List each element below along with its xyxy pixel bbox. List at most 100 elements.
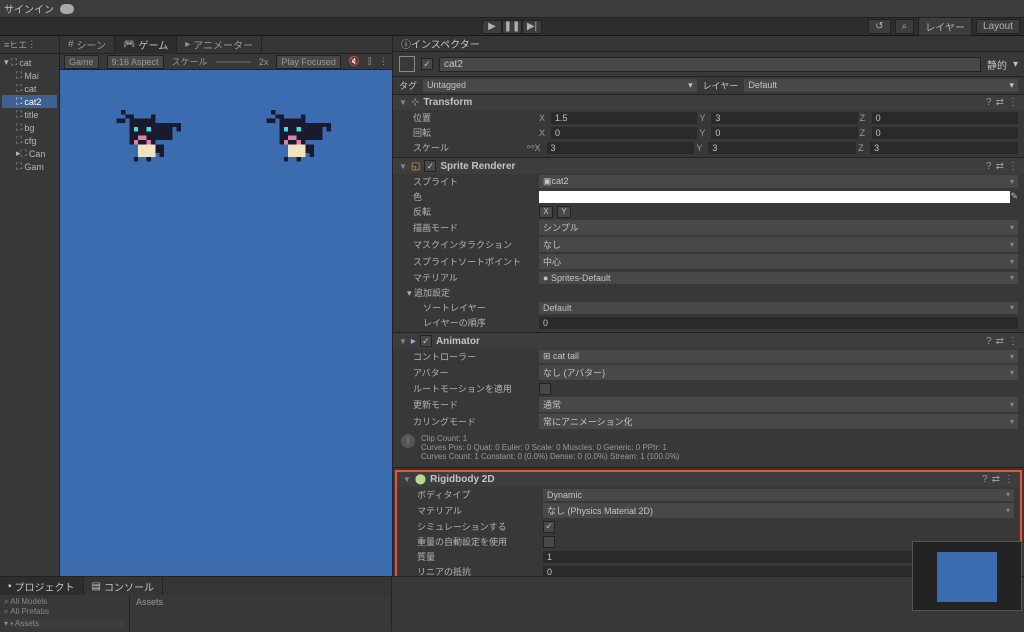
- culling-mode[interactable]: 常にアニメーション化: [539, 414, 1018, 429]
- layer-dropdown[interactable]: Default▾: [744, 79, 1018, 92]
- tab-project[interactable]: ▪ プロジェクト: [0, 577, 84, 595]
- rot-y[interactable]: [711, 127, 857, 139]
- search-icon[interactable]: ⌕: [895, 19, 915, 34]
- avatar-field[interactable]: なし (アバター): [539, 365, 1018, 380]
- scene-root[interactable]: ▾ ⛶ cat: [2, 56, 57, 69]
- signin-link[interactable]: サインイン: [4, 1, 54, 16]
- project-console-panel: ▪ プロジェクト ▤ コンソール ⌕ All Models ⌕ All Pref…: [0, 576, 1024, 631]
- mask-interaction[interactable]: なし: [539, 237, 1018, 252]
- object-name-field[interactable]: [439, 57, 981, 72]
- body-type[interactable]: Dynamic: [543, 489, 1014, 501]
- phys-material[interactable]: なし (Physics Material 2D): [543, 503, 1014, 518]
- tag-dropdown[interactable]: Untagged▾: [423, 79, 697, 92]
- rigidbody-header[interactable]: ▼⬤ Rigidbody 2D ?⇄⋮: [397, 472, 1020, 487]
- inspector-panel: ⓘ インスペクター 静的 ▾ タグ Untagged▾ レイヤー Default…: [392, 36, 1024, 576]
- scene-mini-preview: [912, 541, 1022, 576]
- aspect-dropdown[interactable]: 9:16 Aspect: [107, 55, 164, 69]
- flip-y[interactable]: Y: [557, 206, 571, 218]
- all-models[interactable]: ⌕ All Models: [4, 597, 125, 607]
- hierarchy-tab[interactable]: ≡ ヒエ ⋮: [0, 36, 59, 54]
- sr-enabled[interactable]: [424, 160, 436, 172]
- play-button[interactable]: ▶: [482, 20, 502, 34]
- auto-mass-checkbox[interactable]: [543, 536, 555, 548]
- animator-component: ▼▸ Animator ?⇄⋮ コントローラー⊞ cat tall アバターなし…: [393, 333, 1024, 468]
- static-dropdown-icon[interactable]: ▾: [1013, 59, 1018, 70]
- extra-settings-foldout[interactable]: ▾ 追加設定: [399, 286, 539, 299]
- hierarchy-item[interactable]: ⛶ cat: [2, 82, 57, 95]
- tab-game[interactable]: 🎮 ゲーム: [115, 35, 177, 54]
- simulated-checkbox[interactable]: [543, 521, 555, 533]
- stats-icon[interactable]: ⫿: [368, 56, 371, 67]
- help-icon[interactable]: ?: [986, 97, 992, 108]
- hierarchy-item[interactable]: ▸⛶ Can: [2, 147, 57, 160]
- order-in-layer[interactable]: [539, 317, 1018, 329]
- hierarchy-item[interactable]: ⛶ Mai: [2, 69, 57, 82]
- scale-slider[interactable]: [216, 61, 251, 63]
- step-button[interactable]: ▶|: [522, 20, 542, 34]
- menu-icon[interactable]: ⋮: [1008, 336, 1018, 347]
- scl-y[interactable]: [708, 142, 856, 154]
- main-toolbar: ▶ ❚❚ ▶| ↺ ⌕ レイヤー Layout: [0, 18, 1024, 36]
- sprite-renderer-header[interactable]: ▼◱ Sprite Renderer ?⇄⋮: [393, 158, 1024, 174]
- hierarchy-item[interactable]: ⛶ cfg: [2, 134, 57, 147]
- tab-scene[interactable]: # シーン: [60, 35, 115, 54]
- animator-header[interactable]: ▼▸ Animator ?⇄⋮: [393, 333, 1024, 349]
- all-prefabs[interactable]: ⌕ All Prefabs: [4, 607, 125, 617]
- breadcrumb-assets[interactable]: Assets: [136, 597, 385, 607]
- cat-sprite-2: [266, 110, 336, 170]
- color-field[interactable]: [539, 191, 1010, 203]
- menu-icon[interactable]: ⋮: [1004, 474, 1014, 485]
- preset-icon[interactable]: ⇄: [996, 336, 1004, 347]
- assets-folder[interactable]: ▾ ▪ Assets: [4, 619, 125, 628]
- hierarchy-item[interactable]: ⛶ title: [2, 108, 57, 121]
- display-dropdown[interactable]: Game: [64, 55, 99, 69]
- sort-point[interactable]: 中心: [539, 254, 1018, 269]
- flip-x[interactable]: X: [539, 206, 553, 218]
- root-motion-checkbox[interactable]: [539, 383, 551, 395]
- active-checkbox[interactable]: [421, 58, 433, 70]
- tab-console[interactable]: ▤ コンソール: [84, 577, 163, 595]
- preset-icon[interactable]: ⇄: [996, 97, 1004, 108]
- transform-component: ▼⊹ Transform ?⇄⋮ 位置 XYZ 回転 XYZ スケール⚯ XYZ: [393, 95, 1024, 158]
- pause-button[interactable]: ❚❚: [502, 20, 522, 34]
- mute-icon[interactable]: 🔇: [349, 56, 360, 67]
- hierarchy-item[interactable]: ⛶ Gam: [2, 160, 57, 173]
- transform-header[interactable]: ▼⊹ Transform ?⇄⋮: [393, 95, 1024, 110]
- tab-animator[interactable]: ▸ アニメーター: [177, 35, 262, 54]
- cloud-icon[interactable]: [60, 4, 74, 14]
- update-mode[interactable]: 通常: [539, 397, 1018, 412]
- help-icon[interactable]: ?: [982, 474, 988, 485]
- menu-icon[interactable]: ⋮: [1008, 161, 1018, 172]
- sort-layer[interactable]: Default: [539, 302, 1018, 314]
- pos-z[interactable]: [872, 112, 1018, 124]
- pos-x[interactable]: [551, 112, 697, 124]
- link-icon[interactable]: ⚯: [527, 142, 535, 153]
- sprite-field[interactable]: ▣cat2: [539, 175, 1018, 188]
- object-type-icon[interactable]: [399, 56, 415, 72]
- draw-mode[interactable]: シンプル: [539, 220, 1018, 235]
- menu-icon[interactable]: ⋮: [1008, 97, 1018, 108]
- rot-x[interactable]: [551, 127, 697, 139]
- eyedropper-icon[interactable]: ✎: [1010, 191, 1018, 202]
- controller-field[interactable]: ⊞ cat tall: [539, 350, 1018, 363]
- scl-z[interactable]: [870, 142, 1018, 154]
- material-field[interactable]: ● Sprites-Default: [539, 272, 1018, 284]
- anim-enabled[interactable]: [420, 335, 432, 347]
- rot-z[interactable]: [872, 127, 1018, 139]
- hierarchy-item[interactable]: ⛶ bg: [2, 121, 57, 134]
- pos-y[interactable]: [711, 112, 857, 124]
- layout-dropdown[interactable]: Layout: [976, 19, 1020, 34]
- help-icon[interactable]: ?: [986, 161, 992, 172]
- scl-x[interactable]: [547, 142, 695, 154]
- inspector-tab[interactable]: ⓘ インスペクター: [393, 36, 1024, 52]
- help-icon[interactable]: ?: [986, 336, 992, 347]
- hierarchy-panel: ≡ ヒエ ⋮ ▾ ⛶ cat ⛶ Mai ⛶ cat ⛶ cat2 ⛶ titl…: [0, 36, 60, 576]
- preset-icon[interactable]: ⇄: [992, 474, 1000, 485]
- layers-dropdown[interactable]: レイヤー: [918, 17, 972, 36]
- undo-history-icon[interactable]: ↺: [868, 19, 890, 34]
- menu-icon[interactable]: ⋮: [379, 56, 388, 67]
- preset-icon[interactable]: ⇄: [996, 161, 1004, 172]
- play-mode-dropdown[interactable]: Play Focused: [276, 55, 341, 69]
- hierarchy-item-selected[interactable]: ⛶ cat2: [2, 95, 57, 108]
- animator-info: ! Clip Count: 1Curves Pos: 0 Quat: 0 Eul…: [393, 430, 1024, 465]
